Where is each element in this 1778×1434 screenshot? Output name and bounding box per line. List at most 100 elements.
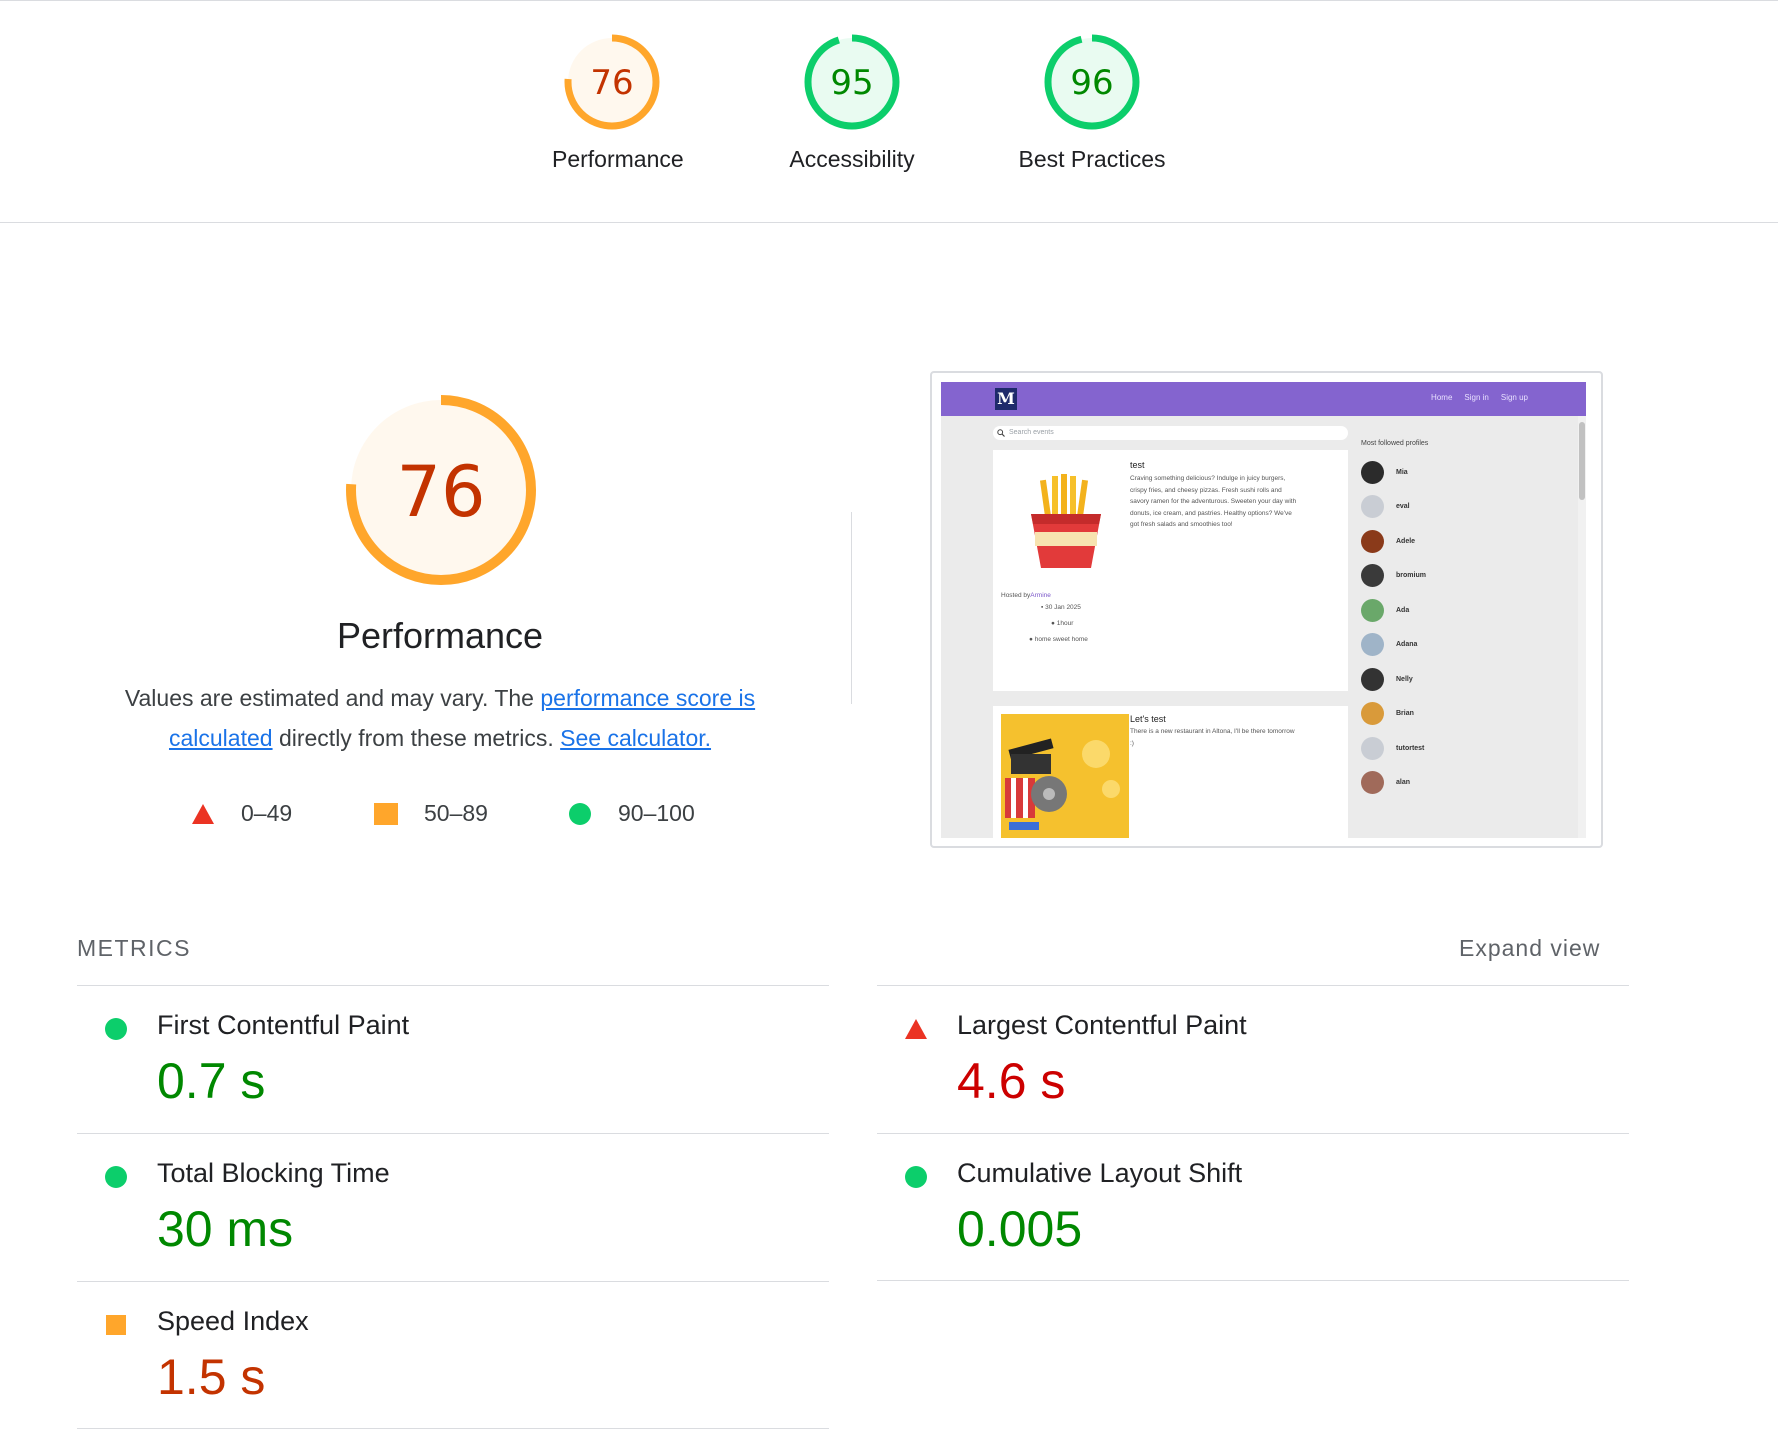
home-link: Home [1431, 393, 1453, 402]
avatar [1361, 598, 1384, 622]
event-duration: ● 1hour [1051, 620, 1073, 627]
gauge-score: 76 [590, 63, 633, 103]
status-indicator-icon [905, 1019, 927, 1039]
sign-up-link: Sign up [1500, 393, 1528, 402]
avatar [1361, 736, 1384, 760]
duration-text: 1hour [1056, 620, 1074, 627]
metric-label: Total Blocking Time [157, 1158, 390, 1188]
profile-item: Brian [1361, 697, 1561, 732]
date-text: 30 Jan 2025 [1045, 604, 1081, 611]
legend-average: 50–89 [374, 800, 488, 827]
legend-fail: 0–49 [191, 800, 292, 827]
metric-first-contentful-paint[interactable]: First Contentful Paint 0.7 s [77, 986, 829, 1134]
legend-range: 0–49 [241, 800, 293, 826]
square-icon [374, 802, 398, 825]
metric-label: Cumulative Layout Shift [957, 1158, 1243, 1188]
status-indicator-icon [106, 1315, 126, 1335]
page-screenshot[interactable]: M Home Sign in Sign up Search events tes… [930, 371, 1603, 848]
profile-item: Adana [1361, 628, 1561, 663]
top-divider [0, 0, 1778, 1]
profile-name: Adele [1396, 537, 1416, 545]
gauge-performance[interactable]: 76 Performance [552, 32, 684, 173]
description-text: Values are estimated and may vary. The [124, 685, 541, 711]
search-placeholder: Search events [1009, 429, 1054, 436]
screenshot-scrollbar [1578, 416, 1586, 838]
event-host: Hosted byArmine [1001, 592, 1051, 599]
profile-item: Mia [1361, 455, 1561, 490]
profile-name: Mia [1396, 468, 1408, 476]
performance-title: Performance [336, 615, 544, 656]
metric-speed-index[interactable]: Speed Index 1.5 s [77, 1282, 829, 1430]
legend-range: 50–89 [424, 800, 488, 826]
metric-largest-contentful-paint[interactable]: Largest Contentful Paint 4.6 s [877, 986, 1629, 1134]
profile-name: Brian [1396, 710, 1414, 718]
see-calculator-link[interactable]: See calculator. [560, 725, 711, 751]
event-description: Craving something delicious? Indulge in … [1130, 475, 1297, 528]
gauge-accessibility[interactable]: 95 Accessibility [767, 32, 937, 173]
metric-value: 0.7 s [157, 1053, 266, 1109]
avatar [1361, 633, 1384, 657]
hosted-by-label: Hosted by [1001, 592, 1031, 599]
gauge-label: Performance [552, 146, 684, 172]
profile-item: tutortest [1361, 731, 1561, 766]
event-location: ● home sweet home [1029, 636, 1088, 643]
gauge-ring: 96 [1044, 34, 1140, 130]
description-text: directly from these metrics. [272, 725, 561, 751]
profile-name: Ada [1396, 606, 1410, 614]
expand-view-button[interactable]: Expand view [1459, 935, 1600, 962]
event-title: Let's test [1130, 714, 1166, 724]
profile-name: alan [1396, 779, 1411, 787]
header-divider [0, 222, 1778, 223]
gauge-ring: 76 [346, 395, 536, 585]
metric-value: 1.5 s [157, 1349, 266, 1405]
event-description: There is a new restaurant in Altona, I'l… [1130, 728, 1295, 747]
metric-total-blocking-time[interactable]: Total Blocking Time 30 ms [77, 1134, 829, 1282]
gauge-ring: 76 [564, 34, 660, 130]
screenshot-nav-links: Home Sign in Sign up [1431, 393, 1528, 402]
metric-divider [877, 1280, 1629, 1281]
gauge-score: 95 [830, 63, 873, 103]
metrics-heading: METRICS [77, 935, 191, 961]
site-logo: M [995, 388, 1017, 410]
metric-cumulative-layout-shift[interactable]: Cumulative Layout Shift 0.005 [877, 1134, 1629, 1282]
location-text: home sweet home [1034, 636, 1088, 643]
event-card: Let's test There is a new restaurant in … [993, 706, 1348, 838]
host-name: Armine [1030, 592, 1051, 599]
triangle-icon [192, 803, 214, 824]
screenshot-viewport: M Home Sign in Sign up Search events tes… [941, 382, 1586, 838]
profile-name: bromium [1396, 572, 1426, 580]
event-title: test [1130, 460, 1145, 470]
profile-item: Nelly [1361, 662, 1561, 697]
profile-item: bromium [1361, 559, 1561, 594]
fries-image [1031, 474, 1101, 568]
performance-description: Values are estimated and may vary. The p… [100, 678, 780, 758]
status-indicator-icon [105, 1166, 127, 1188]
sign-in-link: Sign in [1464, 393, 1489, 402]
metric-label: Speed Index [157, 1306, 309, 1336]
status-indicator-icon [905, 1166, 927, 1188]
metric-value: 30 ms [157, 1201, 294, 1257]
profile-item: Ada [1361, 593, 1561, 628]
profile-item: Adele [1361, 524, 1561, 559]
sidebar-title: Most followed profiles [1361, 440, 1429, 447]
profile-name: tutortest [1396, 744, 1425, 752]
profile-list: Mia eval Adele bromium Ada Adana Nelly Brian tut… [1361, 455, 1561, 800]
legend-range: 90–100 [618, 800, 695, 826]
avatar [1361, 667, 1384, 691]
profile-name: eval [1396, 503, 1410, 511]
vertical-divider [851, 512, 852, 704]
metric-divider [77, 1428, 829, 1429]
avatar [1361, 771, 1384, 795]
gauge-best-practices[interactable]: 96 Best Practices [1002, 32, 1182, 173]
status-indicator-icon [105, 1018, 127, 1040]
screenshot-search-input: Search events [993, 426, 1348, 440]
metric-value: 0.005 [957, 1201, 1083, 1257]
performance-gauge-large: 76 [341, 390, 541, 590]
circle-icon [569, 802, 591, 825]
profiles-sidebar: Most followed profiles Mia eval Adele bromi… [1361, 440, 1561, 800]
metric-label: First Contentful Paint [157, 1010, 410, 1040]
movie-image [1001, 714, 1129, 838]
event-card: test Craving something delicious? Indulg… [993, 450, 1348, 691]
avatar [1361, 495, 1384, 519]
event-date: ▪ 30 Jan 2025 [1041, 604, 1081, 611]
